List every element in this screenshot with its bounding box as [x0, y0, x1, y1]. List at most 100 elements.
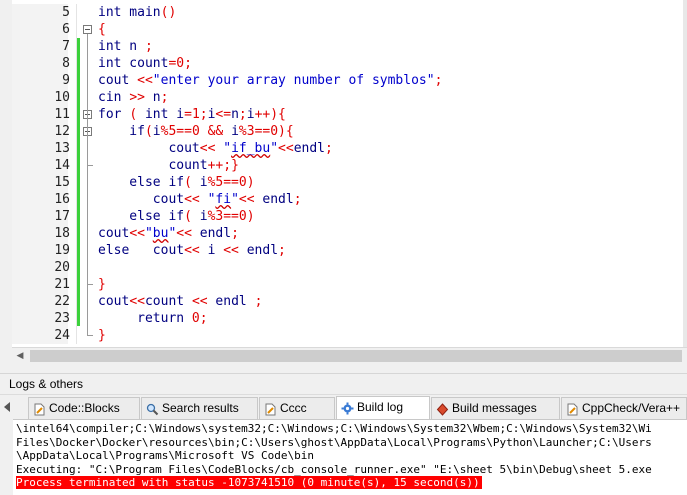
code-token: ( — [184, 175, 200, 190]
code-token: int count — [98, 56, 169, 71]
code-token: ; — [325, 141, 333, 156]
code-token: ; — [254, 294, 263, 309]
code-token: int i — [144, 107, 185, 122]
code-token: count — [98, 158, 208, 173]
code-line[interactable]: for ( int i=1;i<=n;i++){ — [98, 106, 286, 123]
code-token: << — [129, 294, 145, 309]
code-line[interactable]: cout<< "if_bu"<<endl; — [98, 140, 333, 157]
code-token: 1 — [191, 107, 200, 122]
horizontal-scrollbar[interactable]: ◀ — [12, 347, 687, 364]
line-number: 20 — [54, 260, 70, 275]
code-token: == — [223, 175, 239, 190]
code-line[interactable]: cout<< "fi"<< endl; — [98, 191, 302, 208]
line-number: 23 — [54, 311, 70, 326]
line-number: 22 — [54, 294, 70, 309]
code-token: ; — [144, 39, 153, 54]
tab-label: Build log — [357, 400, 404, 414]
code-line[interactable]: else cout<< i << endl; — [98, 242, 286, 259]
code-line[interactable]: int n ; — [98, 38, 153, 55]
code-line[interactable]: { — [98, 21, 106, 38]
tab-code-blocks[interactable]: Code::Blocks — [28, 397, 140, 419]
code-token: ; — [434, 73, 443, 88]
code-line[interactable]: else if( i%3==0) — [98, 208, 255, 225]
code-line[interactable]: cout<<count << endl ; — [98, 293, 262, 310]
code-token: ) — [246, 209, 255, 224]
tab-search-results[interactable]: Search results — [141, 397, 258, 419]
process-terminated-message: Process terminated with status -10737415… — [16, 476, 482, 489]
panel-splitter[interactable] — [0, 364, 687, 374]
line-number: 12 — [54, 124, 70, 139]
code-token: 0 — [176, 56, 185, 71]
code-token: ; — [238, 107, 247, 122]
code-token: ; — [199, 311, 208, 326]
code-token: n — [231, 107, 239, 122]
line-number: 18 — [54, 226, 70, 241]
code-line[interactable]: cout <<"enter your array number of symbl… — [98, 72, 442, 89]
line-number: 24 — [54, 328, 70, 343]
line-number: 11 — [54, 107, 70, 122]
code-line[interactable]: } — [98, 327, 106, 344]
code-line[interactable]: int count=0; — [98, 55, 192, 72]
code-token: == — [223, 209, 239, 224]
code-line[interactable]: if(i%5==0 && i%3==0){ — [98, 123, 294, 140]
code-token: "fi" — [207, 192, 239, 207]
code-token: ; — [278, 243, 286, 258]
document-icon — [566, 402, 579, 416]
code-token: 0 — [191, 124, 200, 139]
tab-label: Code::Blocks — [49, 401, 120, 415]
line-number: 10 — [54, 90, 70, 105]
code-line[interactable]: cin >> n; — [98, 89, 168, 106]
tab-build-messages[interactable]: Build messages — [431, 397, 560, 419]
code-token: ; — [160, 90, 169, 105]
horizontal-scroll-thumb[interactable] — [30, 350, 682, 362]
code-token: int n — [98, 39, 145, 54]
code-token: 0 — [270, 124, 279, 139]
code-token: n — [144, 90, 161, 105]
code-token: i — [207, 243, 224, 258]
code-token: ( — [184, 209, 200, 224]
code-token: endl — [199, 226, 232, 241]
code-line[interactable]: else if( i%5==0) — [98, 174, 255, 191]
code-token: ( — [144, 124, 153, 139]
tab-scroll-left-icon[interactable] — [4, 402, 10, 412]
code-token: << — [184, 243, 208, 258]
fold-toggle-icon[interactable] — [83, 25, 92, 34]
code-token: <= — [215, 107, 232, 122]
code-token: >> — [129, 90, 145, 105]
gear-icon — [341, 401, 354, 415]
code-line[interactable]: int main() — [98, 4, 176, 21]
code-token: 0 — [191, 311, 200, 326]
vertical-scrollbar[interactable] — [683, 0, 687, 364]
tab-build-log[interactable]: Build log — [336, 396, 430, 420]
process-status-line: Process terminated with status -10737415… — [16, 476, 482, 489]
code-token: endl — [262, 192, 294, 207]
code-token: cin — [98, 90, 130, 105]
code-line[interactable]: return 0; — [98, 310, 208, 327]
code-token: << — [238, 192, 263, 207]
code-token: ) — [246, 175, 255, 190]
code-token: ; — [199, 107, 208, 122]
code-token: endl — [293, 141, 325, 156]
code-line[interactable]: } — [98, 276, 106, 293]
code-token: ; — [293, 192, 302, 207]
line-number: 7 — [62, 39, 70, 54]
line-number: 21 — [54, 277, 70, 292]
build-log-output[interactable]: \intel64\compiler;C:\Windows\system32;C:… — [13, 419, 687, 495]
log-line: Files\Docker\Docker\resources\bin;C:\Use… — [16, 435, 652, 449]
tab-cccc[interactable]: Cccc — [259, 397, 335, 419]
code-token: cout — [98, 226, 130, 241]
line-number: 6 — [62, 22, 70, 37]
code-line[interactable]: count++;} — [98, 157, 238, 174]
line-number: 14 — [54, 158, 70, 173]
code-token: } — [98, 277, 106, 292]
code-line[interactable]: cout<<"bu"<< endl; — [98, 225, 239, 242]
line-number: 9 — [62, 73, 70, 88]
code-token: ; — [184, 56, 192, 71]
code-token: ++){ — [254, 107, 286, 122]
scroll-left-arrow-icon[interactable]: ◀ — [12, 348, 28, 364]
code-token: 0 — [238, 175, 247, 190]
logs-tab-bar: Code::Blocks Search results Cccc Build log B… — [0, 394, 687, 420]
code-token: cout — [98, 73, 138, 88]
tab-cppcheck-vera[interactable]: CppCheck/Vera++ — [561, 397, 687, 419]
code-token: ){ — [278, 124, 294, 139]
